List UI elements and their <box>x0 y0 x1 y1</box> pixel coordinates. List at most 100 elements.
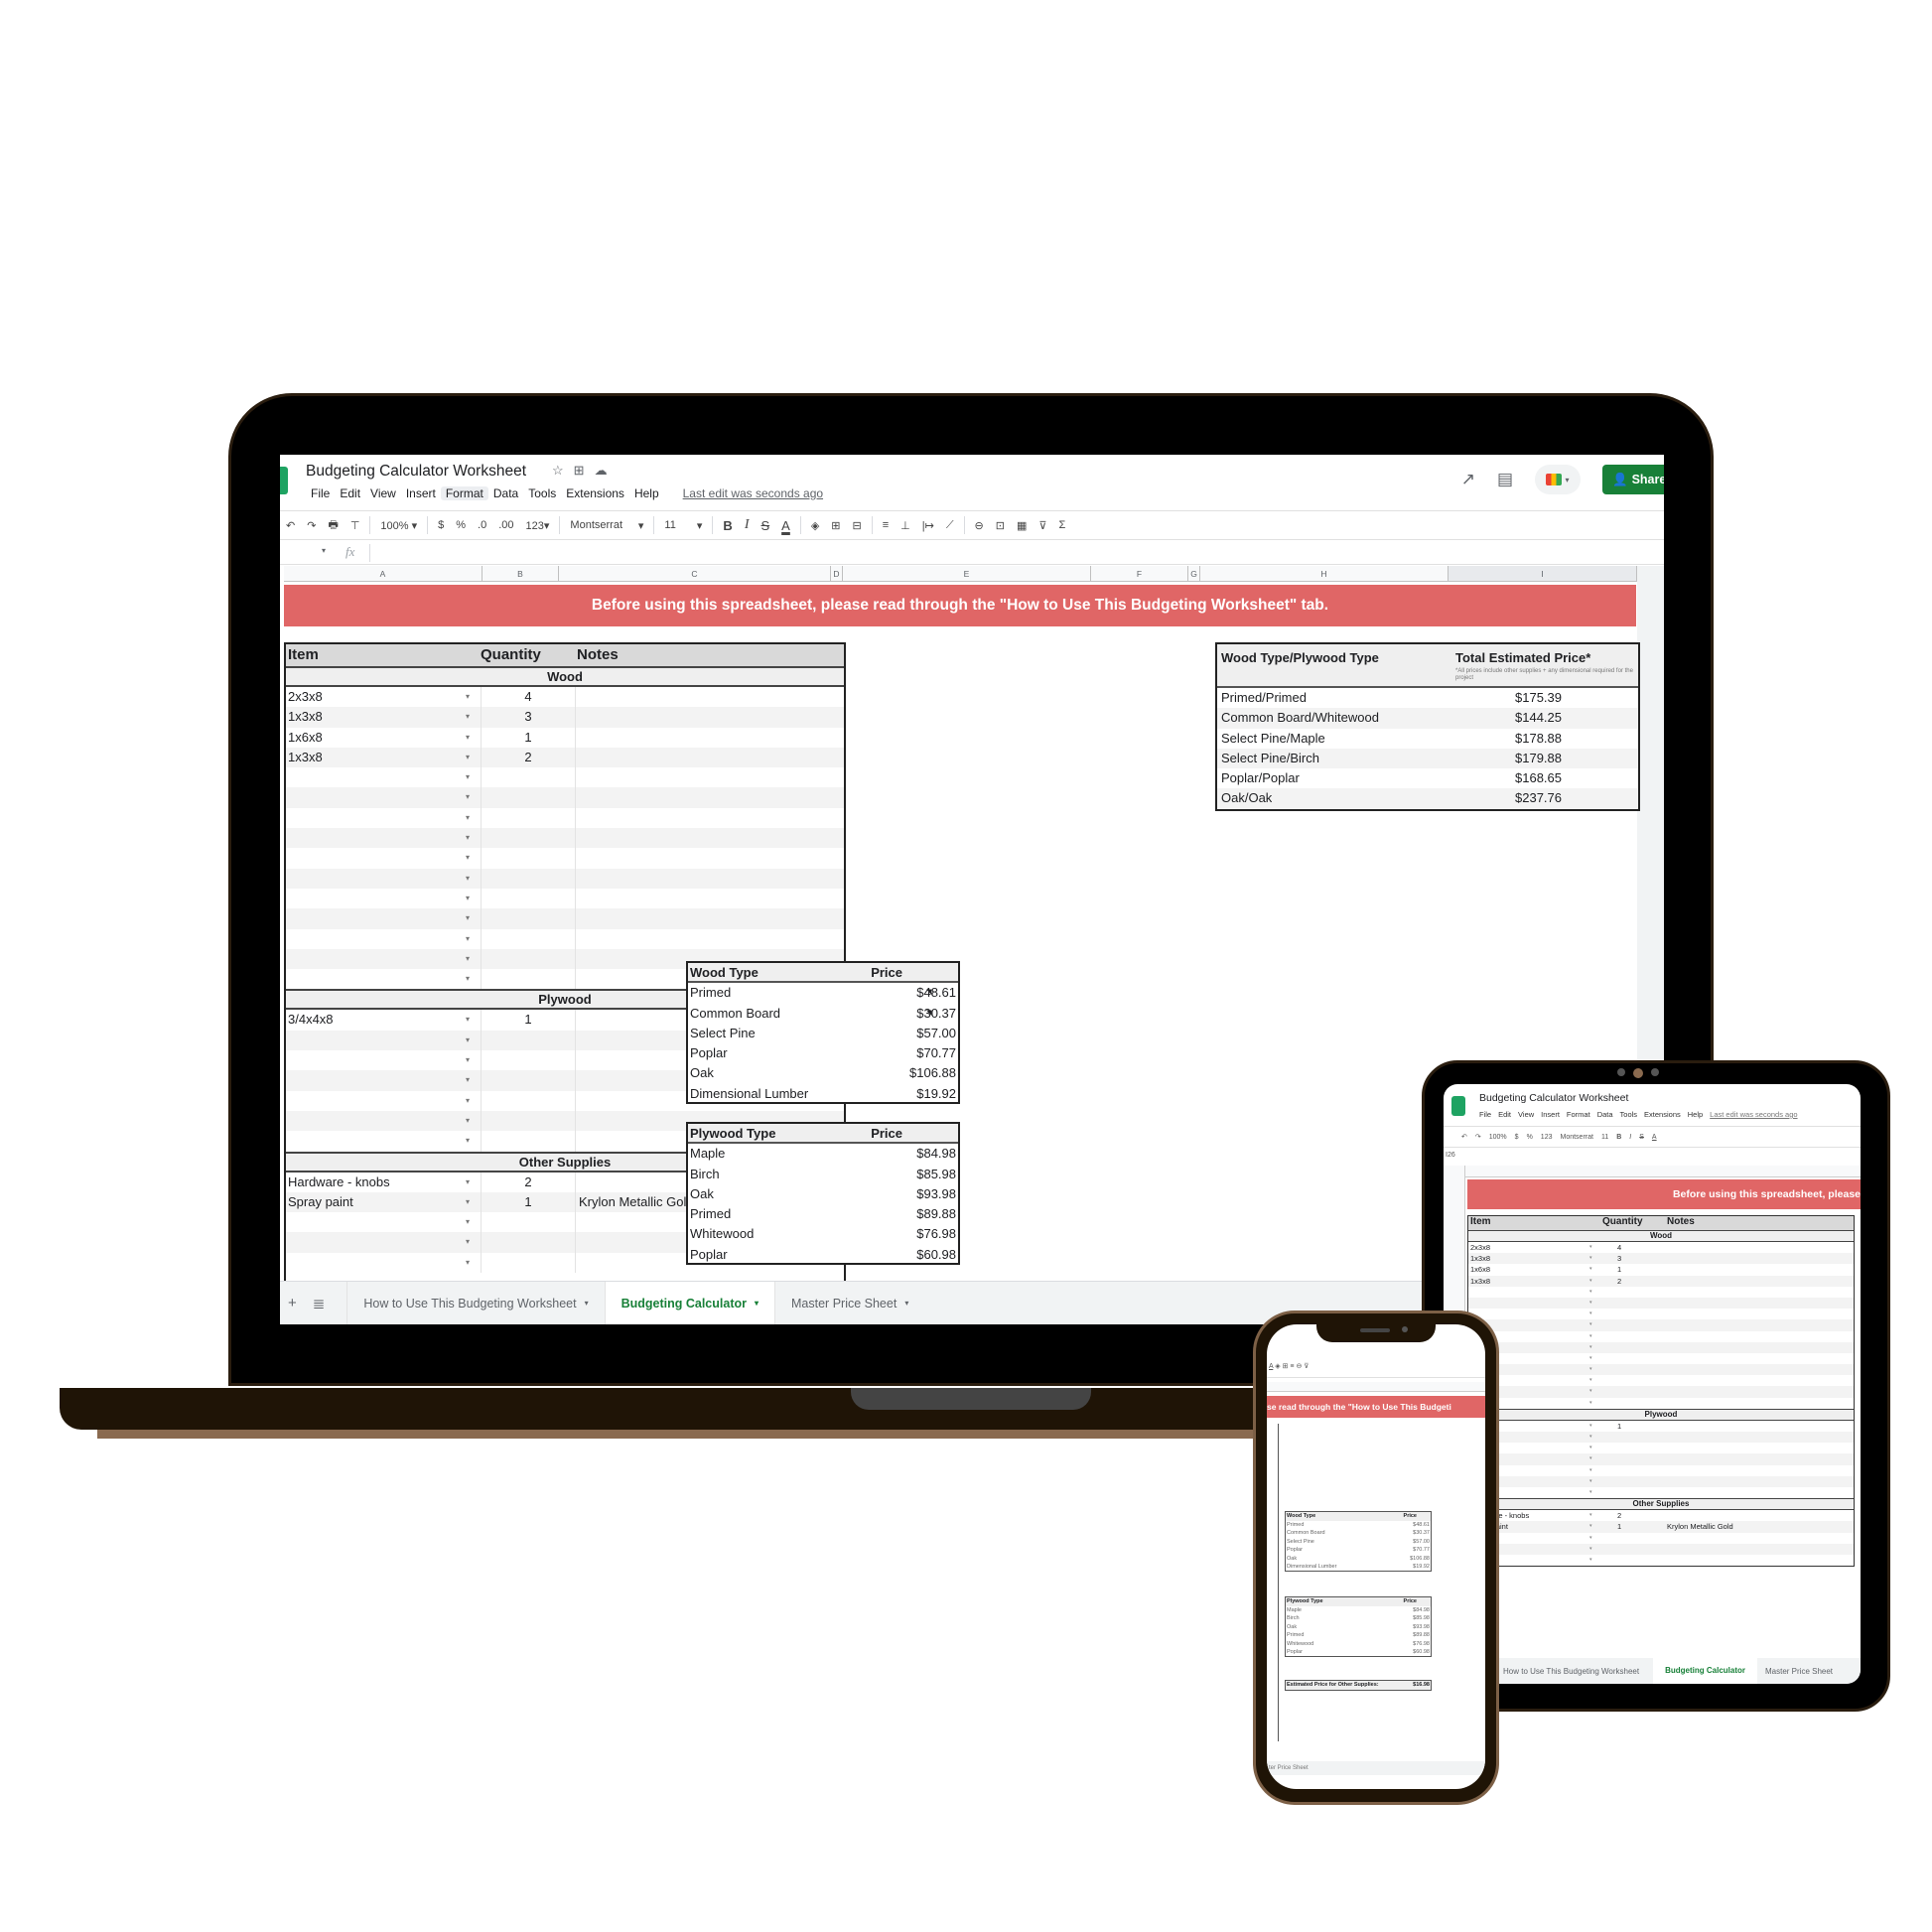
quantity-cell[interactable]: 3 <box>481 707 575 728</box>
dropdown-arrow-icon[interactable]: ▾ <box>1589 1375 1592 1386</box>
dropdown-arrow-icon[interactable]: ▾ <box>466 1070 470 1090</box>
column-header-e[interactable]: E <box>843 566 1091 582</box>
item-cell[interactable]: 1x3x8 <box>288 707 482 727</box>
text-color-button[interactable]: A <box>1652 1134 1657 1141</box>
quantity-cell[interactable] <box>481 807 575 829</box>
cloud-status-icon[interactable]: ☁ <box>595 463 608 479</box>
price-cell[interactable]: $30.37 <box>916 1004 956 1024</box>
strikethrough-button[interactable]: S <box>1639 1134 1644 1141</box>
menu-file[interactable]: File <box>306 486 335 500</box>
dropdown-arrow-icon[interactable]: ▾ <box>466 1253 470 1273</box>
quantity-cell[interactable] <box>481 868 575 889</box>
item-cell[interactable]: Spray paint <box>288 1192 482 1212</box>
dropdown-arrow-icon[interactable]: ▾ <box>1589 1386 1592 1397</box>
combo-price-cell[interactable]: $237.76 <box>1515 788 1562 808</box>
item-cell[interactable]: 1x3x8 <box>1470 1276 1490 1287</box>
notes-cell[interactable]: Krylon Metallic Gold <box>1667 1521 1733 1532</box>
font-size-select[interactable]: 11 ▾ <box>658 519 708 532</box>
dropdown-arrow-icon[interactable]: ▾ <box>466 1131 470 1151</box>
dropdown-arrow-icon[interactable]: ▾ <box>1589 1309 1592 1319</box>
strikethrough-button[interactable]: S <box>755 518 775 533</box>
quantity-cell[interactable] <box>481 1131 575 1152</box>
type-cell[interactable]: Oak <box>690 1063 714 1083</box>
item-cell[interactable] <box>288 1212 482 1232</box>
text-color-button[interactable]: A <box>775 518 796 533</box>
dropdown-arrow-icon[interactable]: ▾ <box>1589 1398 1592 1409</box>
filter-icon[interactable]: ⊽ <box>1304 1363 1309 1370</box>
item-cell[interactable] <box>288 969 482 989</box>
all-sheets-button[interactable]: ≣ <box>305 1295 334 1312</box>
dropdown-arrow-icon[interactable]: ▾ <box>466 848 470 868</box>
item-cell[interactable] <box>288 1131 482 1151</box>
last-edit-link[interactable]: Last edit was seconds ago <box>678 486 828 500</box>
item-cell[interactable]: 1x6x8 <box>288 728 482 748</box>
quantity-cell[interactable]: 1 <box>1617 1421 1621 1432</box>
bold-button[interactable]: B <box>717 518 738 533</box>
dropdown-arrow-icon[interactable]: ▾ <box>1589 1276 1592 1287</box>
text-wrap-icon[interactable]: |↦ <box>916 519 940 532</box>
combo-type-cell[interactable]: Common Board/Whitewood <box>1221 708 1379 728</box>
type-cell[interactable]: Poplar <box>1287 1546 1303 1554</box>
vertical-align-icon[interactable]: ⊥ <box>895 519 916 532</box>
dropdown-arrow-icon[interactable]: ▾ <box>1589 1364 1592 1375</box>
column-header-g[interactable]: G <box>1188 566 1200 582</box>
item-cell[interactable] <box>288 1050 482 1070</box>
dropdown-arrow-icon[interactable]: ▾ <box>466 748 470 767</box>
dropdown-arrow-icon[interactable]: ▾ <box>466 1192 470 1212</box>
notes-cell[interactable] <box>575 707 843 728</box>
price-cell[interactable]: $93.98 <box>1413 1623 1430 1631</box>
quantity-cell[interactable] <box>481 1232 575 1253</box>
item-cell[interactable] <box>288 1070 482 1090</box>
combo-type-cell[interactable]: Oak/Oak <box>1221 788 1272 808</box>
dropdown-arrow-icon[interactable]: ▾ <box>466 1091 470 1111</box>
font-select[interactable]: Montserrat ▾ <box>564 519 649 532</box>
borders-icon[interactable]: ⊞ <box>1283 1363 1289 1370</box>
horizontal-align-icon[interactable]: ≡ <box>1290 1363 1294 1370</box>
type-cell[interactable]: Dimensional Lumber <box>690 1084 808 1104</box>
price-cell[interactable]: $60.98 <box>1413 1648 1430 1656</box>
type-cell[interactable]: Dimensional Lumber <box>1287 1563 1336 1571</box>
quantity-cell[interactable] <box>481 888 575 909</box>
dropdown-arrow-icon[interactable]: ▾ <box>1589 1510 1592 1521</box>
type-cell[interactable]: Primed <box>1287 1521 1304 1529</box>
functions-icon[interactable]: Σ <box>1052 519 1071 531</box>
tablet-menu-file[interactable]: File <box>1479 1110 1491 1119</box>
dropdown-arrow-icon[interactable]: ▾ <box>1589 1319 1592 1330</box>
notes-cell[interactable] <box>575 828 843 849</box>
bold-button[interactable]: B <box>1616 1134 1621 1141</box>
menu-edit[interactable]: Edit <box>335 486 365 500</box>
dropdown-arrow-icon[interactable]: ▾ <box>1589 1533 1592 1544</box>
quantity-cell[interactable]: 4 <box>481 687 575 708</box>
quantity-cell[interactable] <box>481 908 575 929</box>
item-cell[interactable]: 2x3x8 <box>1470 1242 1490 1253</box>
type-cell[interactable]: Select Pine <box>1287 1538 1314 1546</box>
undo-icon[interactable]: ↶ <box>280 519 301 532</box>
move-folder-icon[interactable]: ⊞ <box>574 463 585 479</box>
dropdown-arrow-icon[interactable]: ▾ <box>1589 1353 1592 1364</box>
price-cell[interactable]: $48.61 <box>916 983 956 1003</box>
notes-cell[interactable] <box>575 767 843 788</box>
dropdown-arrow-icon[interactable]: ▾ <box>466 728 470 748</box>
dropdown-arrow-icon[interactable]: ▾ <box>466 889 470 908</box>
tablet-menu-tools[interactable]: Tools <box>1620 1110 1638 1119</box>
quantity-cell[interactable] <box>481 1030 575 1051</box>
add-sheet-button[interactable]: + <box>280 1295 305 1311</box>
type-cell[interactable]: Primed <box>1287 1631 1304 1639</box>
dropdown-arrow-icon[interactable]: ▾ <box>466 707 470 727</box>
dropdown-arrow-icon[interactable]: ▾ <box>1589 1421 1592 1432</box>
menu-insert[interactable]: Insert <box>401 486 441 500</box>
dropdown-arrow-icon[interactable]: ▾ <box>466 808 470 828</box>
phone-tab-master-price-sheet[interactable]: ter Price Sheet <box>1267 1761 1485 1775</box>
dropdown-arrow-icon[interactable]: ▾ <box>466 1111 470 1131</box>
combo-price-cell[interactable]: $175.39 <box>1515 688 1562 708</box>
column-header-f[interactable]: F <box>1091 566 1188 582</box>
dropdown-arrow-icon[interactable]: ▾ <box>1589 1287 1592 1298</box>
dropdown-arrow-icon[interactable]: ▾ <box>466 787 470 807</box>
combo-type-cell[interactable]: Select Pine/Birch <box>1221 749 1319 768</box>
item-cell[interactable]: 2x3x8 <box>288 687 482 707</box>
type-cell[interactable]: Birch <box>1287 1614 1300 1622</box>
notes-cell[interactable] <box>575 727 843 748</box>
dropdown-arrow-icon[interactable]: ▾ <box>466 1232 470 1252</box>
tablet-name-box[interactable]: I26 <box>1446 1152 1455 1159</box>
quantity-cell[interactable] <box>481 1070 575 1091</box>
